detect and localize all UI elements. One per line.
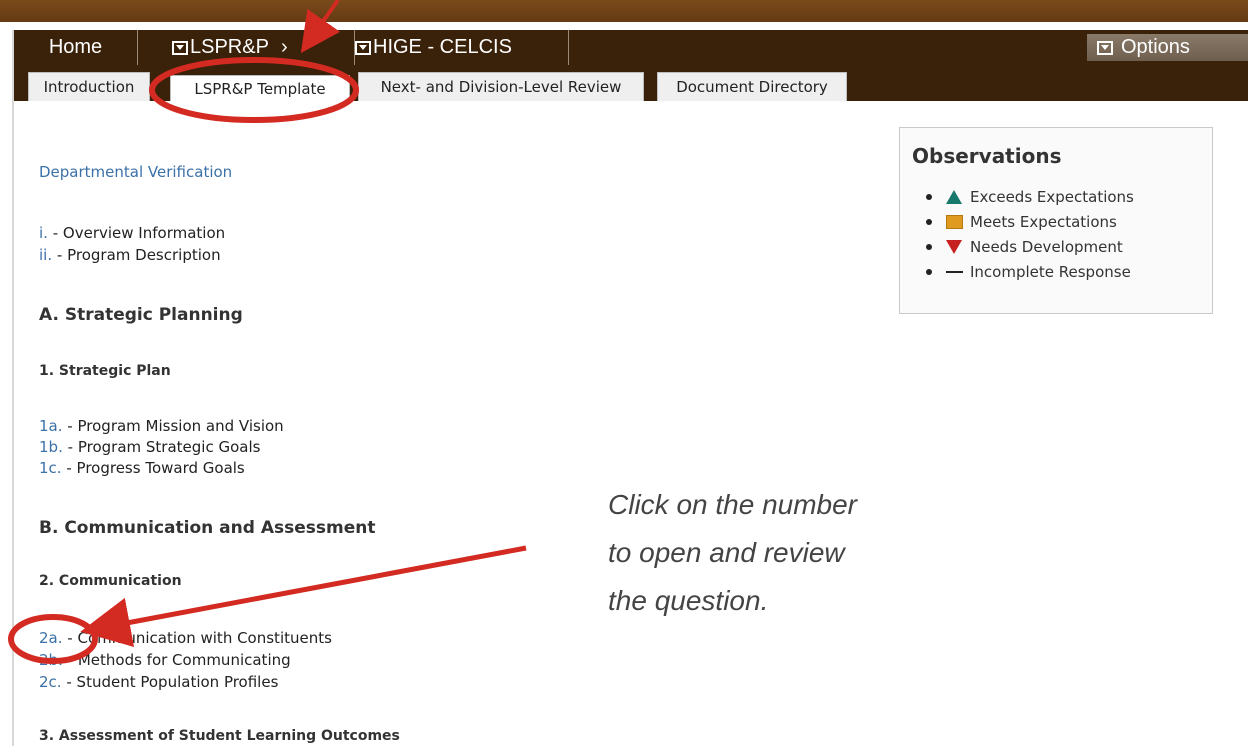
item-title: Communication with Constituents <box>77 629 332 647</box>
item-dash: - <box>67 651 74 669</box>
legend-label: Incomplete Response <box>970 263 1131 281</box>
item-dash: - <box>52 224 59 242</box>
item-dash: - <box>67 438 74 456</box>
tab-lsprp-template[interactable]: LSPR&P Template <box>170 75 350 101</box>
callout-line: to open and review <box>608 537 845 568</box>
item-number-link[interactable]: ii. <box>39 246 52 264</box>
section-heading-a: A. Strategic Planning <box>39 305 243 325</box>
list-item: 1b. - Program Strategic Goals <box>39 438 260 456</box>
tab-bar: Introduction LSPR&P Template Next- and D… <box>14 65 1248 101</box>
item-title: Overview Information <box>62 224 226 242</box>
item-dash: - <box>66 459 72 477</box>
item-dash: - <box>56 246 63 264</box>
dropdown-icon <box>1097 40 1113 55</box>
item-dash: - <box>67 417 73 435</box>
observations-panel: Observations Exceeds Expectations Meets … <box>899 127 1213 314</box>
nav-lspr[interactable]: LSPR&P › <box>138 30 355 65</box>
nav-home-label: Home <box>48 36 103 58</box>
top-band-gap <box>0 22 1248 30</box>
tab-label: LSPR&P Template <box>194 79 326 98</box>
triangle-up-icon <box>944 189 964 205</box>
item-number-link[interactable]: 1b. <box>39 438 63 456</box>
list-item: 1c. - Progress Toward Goals <box>39 459 245 477</box>
square-icon <box>944 214 964 230</box>
bullet-icon <box>926 269 932 275</box>
tab-introduction[interactable]: Introduction <box>28 72 150 101</box>
list-item: i. - Overview Information <box>39 224 225 242</box>
item-title: Student Population Profiles <box>76 673 279 691</box>
dash-icon <box>944 264 964 280</box>
legend-item: Incomplete Response <box>926 263 1131 281</box>
item-dash: - <box>66 673 72 691</box>
legend-item: Needs Development <box>926 238 1123 256</box>
legend-item: Exceeds Expectations <box>926 188 1134 206</box>
item-number-link[interactable]: 1c. <box>39 459 62 477</box>
tab-label: Introduction <box>43 78 135 96</box>
list-item: 2b. - Methods for Communicating <box>39 651 291 669</box>
item-number-link[interactable]: 2c. <box>39 673 62 691</box>
legend-label: Meets Expectations <box>970 213 1117 231</box>
item-number-link[interactable]: 2a. <box>39 629 63 647</box>
legend-item: Meets Expectations <box>926 213 1117 231</box>
triangle-down-icon <box>944 239 964 255</box>
subsection-heading-1: 1. Strategic Plan <box>39 363 171 379</box>
tab-document-directory[interactable]: Document Directory <box>657 72 847 101</box>
options-label: Options <box>1121 36 1190 58</box>
nav-bar: Home LSPR&P › HIGE - CELCIS <box>14 30 1248 65</box>
nav-home[interactable]: Home <box>14 30 138 65</box>
bullet-icon <box>926 194 932 200</box>
bullet-icon <box>926 244 932 250</box>
dropdown-icon <box>355 40 371 55</box>
callout-instruction: Click on the number to open and review t… <box>608 481 857 625</box>
legend-label: Needs Development <box>970 238 1123 256</box>
nav-lspr-label: LSPR&P <box>190 36 269 58</box>
list-item: 2a. - Communication with Constituents <box>39 629 332 647</box>
item-title: Program Description <box>67 246 221 264</box>
left-border <box>0 0 14 746</box>
tab-label: Document Directory <box>676 78 828 96</box>
item-title: Program Mission and Vision <box>77 417 284 435</box>
callout-line: the question. <box>608 585 769 616</box>
breadcrumb-separator-icon: › <box>280 36 288 58</box>
tab-next-division-review[interactable]: Next- and Division-Level Review <box>358 72 644 101</box>
observations-title: Observations <box>912 144 1062 168</box>
item-number-link[interactable]: i. <box>39 224 48 242</box>
legend-label: Exceeds Expectations <box>970 188 1134 206</box>
subsection-heading-2: 2. Communication <box>39 573 182 589</box>
nav-hige[interactable]: HIGE - CELCIS <box>355 30 569 65</box>
dropdown-icon <box>172 40 188 55</box>
list-item: 2c. - Student Population Profiles <box>39 673 278 691</box>
list-item: 1a. - Program Mission and Vision <box>39 417 284 435</box>
item-number-link[interactable]: 2b. <box>39 651 63 669</box>
callout-line: Click on the number <box>608 489 858 520</box>
bullet-icon <box>926 219 932 225</box>
item-title: Program Strategic Goals <box>77 438 261 456</box>
options-button[interactable]: Options <box>1087 34 1248 61</box>
section-heading-b: B. Communication and Assessment <box>39 518 376 538</box>
tab-label: Next- and Division-Level Review <box>380 78 622 96</box>
subsection-heading-3: 3. Assessment of Student Learning Outcom… <box>39 728 400 744</box>
item-dash: - <box>67 629 73 647</box>
item-title: Methods for Communicating <box>77 651 291 669</box>
list-item: ii. - Program Description <box>39 246 221 264</box>
item-number-link[interactable]: 1a. <box>39 417 63 435</box>
item-title: Progress Toward Goals <box>76 459 245 477</box>
nav-hige-label: HIGE - CELCIS <box>373 36 512 58</box>
departmental-verification-link[interactable]: Departmental Verification <box>39 163 232 181</box>
